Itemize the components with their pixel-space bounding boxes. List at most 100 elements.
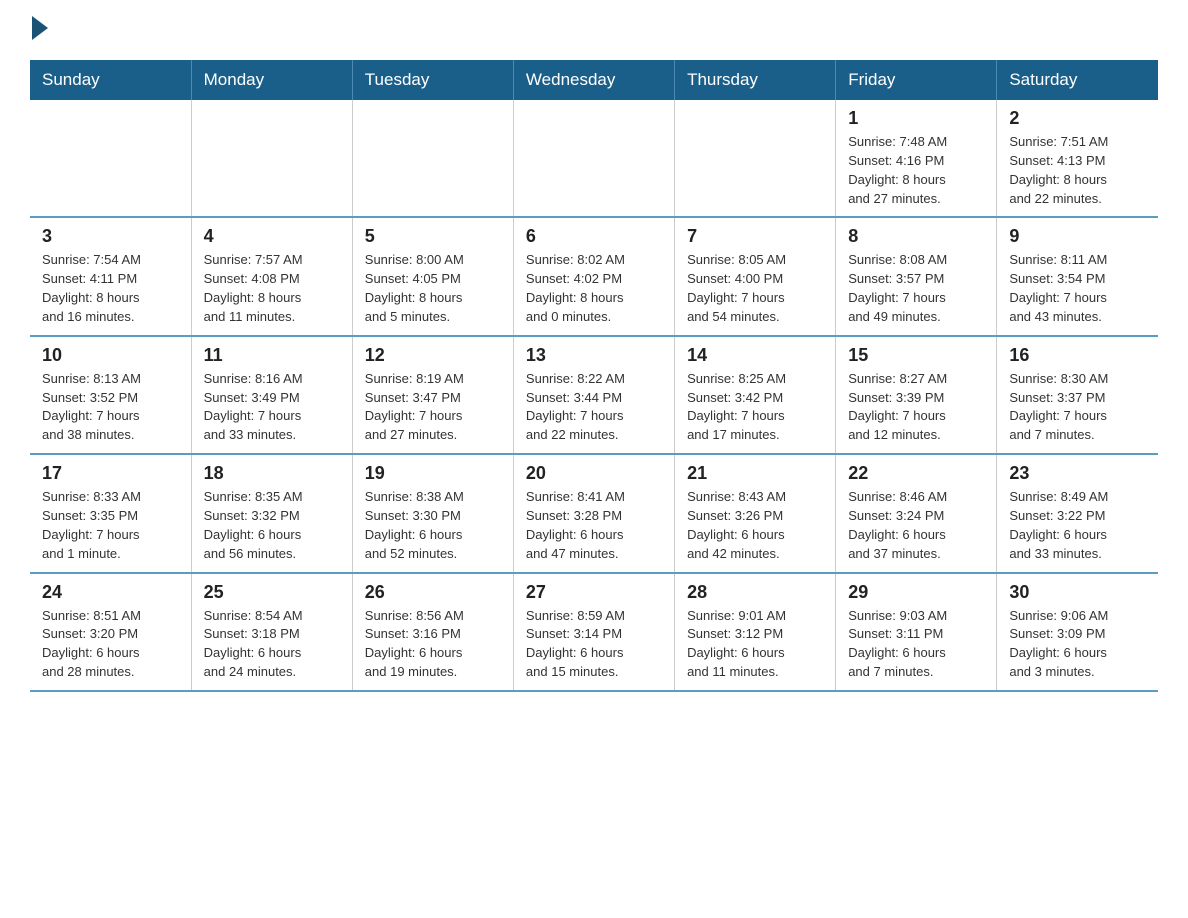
day-info: Sunrise: 8:35 AM Sunset: 3:32 PM Dayligh…	[204, 488, 340, 563]
day-number: 8	[848, 226, 984, 247]
calendar-cell: 4 Sunrise: 7:57 AM Sunset: 4:08 PM Daylig…	[191, 217, 352, 335]
day-info: Sunrise: 9:03 AM Sunset: 3:11 PM Dayligh…	[848, 607, 984, 682]
calendar-cell: 27 Sunrise: 8:59 AM Sunset: 3:14 PM Dayli…	[513, 573, 674, 691]
page-header	[30, 20, 1158, 40]
day-info: Sunrise: 8:08 AM Sunset: 3:57 PM Dayligh…	[848, 251, 984, 326]
day-number: 24	[42, 582, 179, 603]
day-info: Sunrise: 8:56 AM Sunset: 3:16 PM Dayligh…	[365, 607, 501, 682]
day-number: 25	[204, 582, 340, 603]
day-info: Sunrise: 8:05 AM Sunset: 4:00 PM Dayligh…	[687, 251, 823, 326]
calendar-cell	[675, 100, 836, 217]
day-number: 16	[1009, 345, 1146, 366]
weekday-header-tuesday: Tuesday	[352, 60, 513, 100]
day-info: Sunrise: 8:59 AM Sunset: 3:14 PM Dayligh…	[526, 607, 662, 682]
day-info: Sunrise: 8:13 AM Sunset: 3:52 PM Dayligh…	[42, 370, 179, 445]
calendar-cell: 9 Sunrise: 8:11 AM Sunset: 3:54 PM Daylig…	[997, 217, 1158, 335]
day-info: Sunrise: 7:54 AM Sunset: 4:11 PM Dayligh…	[42, 251, 179, 326]
day-info: Sunrise: 8:38 AM Sunset: 3:30 PM Dayligh…	[365, 488, 501, 563]
calendar-body: 1 Sunrise: 7:48 AM Sunset: 4:16 PM Daylig…	[30, 100, 1158, 691]
day-number: 19	[365, 463, 501, 484]
calendar-cell: 28 Sunrise: 9:01 AM Sunset: 3:12 PM Dayli…	[675, 573, 836, 691]
day-number: 9	[1009, 226, 1146, 247]
day-number: 6	[526, 226, 662, 247]
calendar-cell: 16 Sunrise: 8:30 AM Sunset: 3:37 PM Dayli…	[997, 336, 1158, 454]
day-number: 26	[365, 582, 501, 603]
calendar-cell: 19 Sunrise: 8:38 AM Sunset: 3:30 PM Dayli…	[352, 454, 513, 572]
day-info: Sunrise: 8:02 AM Sunset: 4:02 PM Dayligh…	[526, 251, 662, 326]
day-info: Sunrise: 8:33 AM Sunset: 3:35 PM Dayligh…	[42, 488, 179, 563]
calendar-table: SundayMondayTuesdayWednesdayThursdayFrid…	[30, 60, 1158, 692]
calendar-week-row: 17 Sunrise: 8:33 AM Sunset: 3:35 PM Dayli…	[30, 454, 1158, 572]
weekday-header-wednesday: Wednesday	[513, 60, 674, 100]
calendar-week-row: 10 Sunrise: 8:13 AM Sunset: 3:52 PM Dayli…	[30, 336, 1158, 454]
day-info: Sunrise: 8:46 AM Sunset: 3:24 PM Dayligh…	[848, 488, 984, 563]
day-number: 3	[42, 226, 179, 247]
day-info: Sunrise: 9:01 AM Sunset: 3:12 PM Dayligh…	[687, 607, 823, 682]
day-info: Sunrise: 9:06 AM Sunset: 3:09 PM Dayligh…	[1009, 607, 1146, 682]
calendar-cell: 12Sunrise: 8:19 AM Sunset: 3:47 PM Dayli…	[352, 336, 513, 454]
calendar-cell: 6 Sunrise: 8:02 AM Sunset: 4:02 PM Daylig…	[513, 217, 674, 335]
calendar-cell	[30, 100, 191, 217]
day-info: Sunrise: 8:25 AM Sunset: 3:42 PM Dayligh…	[687, 370, 823, 445]
calendar-cell: 5 Sunrise: 8:00 AM Sunset: 4:05 PM Daylig…	[352, 217, 513, 335]
calendar-week-row: 1 Sunrise: 7:48 AM Sunset: 4:16 PM Daylig…	[30, 100, 1158, 217]
day-number: 1	[848, 108, 984, 129]
calendar-cell: 3 Sunrise: 7:54 AM Sunset: 4:11 PM Daylig…	[30, 217, 191, 335]
calendar-cell: 30Sunrise: 9:06 AM Sunset: 3:09 PM Dayli…	[997, 573, 1158, 691]
weekday-header-thursday: Thursday	[675, 60, 836, 100]
day-number: 18	[204, 463, 340, 484]
weekday-header-saturday: Saturday	[997, 60, 1158, 100]
calendar-week-row: 24 Sunrise: 8:51 AM Sunset: 3:20 PM Dayli…	[30, 573, 1158, 691]
calendar-cell: 10 Sunrise: 8:13 AM Sunset: 3:52 PM Dayli…	[30, 336, 191, 454]
weekday-header-row: SundayMondayTuesdayWednesdayThursdayFrid…	[30, 60, 1158, 100]
calendar-cell: 17 Sunrise: 8:33 AM Sunset: 3:35 PM Dayli…	[30, 454, 191, 572]
day-number: 13	[526, 345, 662, 366]
calendar-cell: 18 Sunrise: 8:35 AM Sunset: 3:32 PM Dayli…	[191, 454, 352, 572]
calendar-cell: 21 Sunrise: 8:43 AM Sunset: 3:26 PM Dayli…	[675, 454, 836, 572]
day-number: 10	[42, 345, 179, 366]
day-number: 21	[687, 463, 823, 484]
day-number: 4	[204, 226, 340, 247]
calendar-cell: 15 Sunrise: 8:27 AM Sunset: 3:39 PM Dayli…	[836, 336, 997, 454]
day-number: 22	[848, 463, 984, 484]
day-info: Sunrise: 8:43 AM Sunset: 3:26 PM Dayligh…	[687, 488, 823, 563]
day-number: 15	[848, 345, 984, 366]
day-info: Sunrise: 8:30 AM Sunset: 3:37 PM Dayligh…	[1009, 370, 1146, 445]
day-info: Sunrise: 7:48 AM Sunset: 4:16 PM Dayligh…	[848, 133, 984, 208]
day-info: Sunrise: 8:11 AM Sunset: 3:54 PM Dayligh…	[1009, 251, 1146, 326]
weekday-header-monday: Monday	[191, 60, 352, 100]
day-number: 2	[1009, 108, 1146, 129]
day-info: Sunrise: 8:27 AM Sunset: 3:39 PM Dayligh…	[848, 370, 984, 445]
calendar-cell: 14 Sunrise: 8:25 AM Sunset: 3:42 PM Dayli…	[675, 336, 836, 454]
day-info: Sunrise: 8:19 AM Sunset: 3:47 PM Dayligh…	[365, 370, 501, 445]
day-number: 29	[848, 582, 984, 603]
calendar-cell: 1 Sunrise: 7:48 AM Sunset: 4:16 PM Daylig…	[836, 100, 997, 217]
day-number: 20	[526, 463, 662, 484]
day-info: Sunrise: 7:51 AM Sunset: 4:13 PM Dayligh…	[1009, 133, 1146, 208]
day-number: 14	[687, 345, 823, 366]
calendar-cell: 7 Sunrise: 8:05 AM Sunset: 4:00 PM Daylig…	[675, 217, 836, 335]
day-info: Sunrise: 8:00 AM Sunset: 4:05 PM Dayligh…	[365, 251, 501, 326]
calendar-cell: 8 Sunrise: 8:08 AM Sunset: 3:57 PM Daylig…	[836, 217, 997, 335]
calendar-cell: 25Sunrise: 8:54 AM Sunset: 3:18 PM Dayli…	[191, 573, 352, 691]
day-number: 11	[204, 345, 340, 366]
day-number: 17	[42, 463, 179, 484]
weekday-header-sunday: Sunday	[30, 60, 191, 100]
logo-arrow-icon	[32, 16, 48, 40]
calendar-cell: 22 Sunrise: 8:46 AM Sunset: 3:24 PM Dayli…	[836, 454, 997, 572]
day-number: 7	[687, 226, 823, 247]
day-info: Sunrise: 8:49 AM Sunset: 3:22 PM Dayligh…	[1009, 488, 1146, 563]
calendar-cell: 20Sunrise: 8:41 AM Sunset: 3:28 PM Dayli…	[513, 454, 674, 572]
calendar-cell: 29 Sunrise: 9:03 AM Sunset: 3:11 PM Dayli…	[836, 573, 997, 691]
calendar-cell	[191, 100, 352, 217]
day-number: 28	[687, 582, 823, 603]
calendar-cell: 13Sunrise: 8:22 AM Sunset: 3:44 PM Dayli…	[513, 336, 674, 454]
day-info: Sunrise: 7:57 AM Sunset: 4:08 PM Dayligh…	[204, 251, 340, 326]
logo	[30, 20, 48, 40]
day-info: Sunrise: 8:51 AM Sunset: 3:20 PM Dayligh…	[42, 607, 179, 682]
calendar-cell: 24 Sunrise: 8:51 AM Sunset: 3:20 PM Dayli…	[30, 573, 191, 691]
calendar-header: SundayMondayTuesdayWednesdayThursdayFrid…	[30, 60, 1158, 100]
calendar-cell: 2 Sunrise: 7:51 AM Sunset: 4:13 PM Daylig…	[997, 100, 1158, 217]
day-number: 5	[365, 226, 501, 247]
day-number: 27	[526, 582, 662, 603]
